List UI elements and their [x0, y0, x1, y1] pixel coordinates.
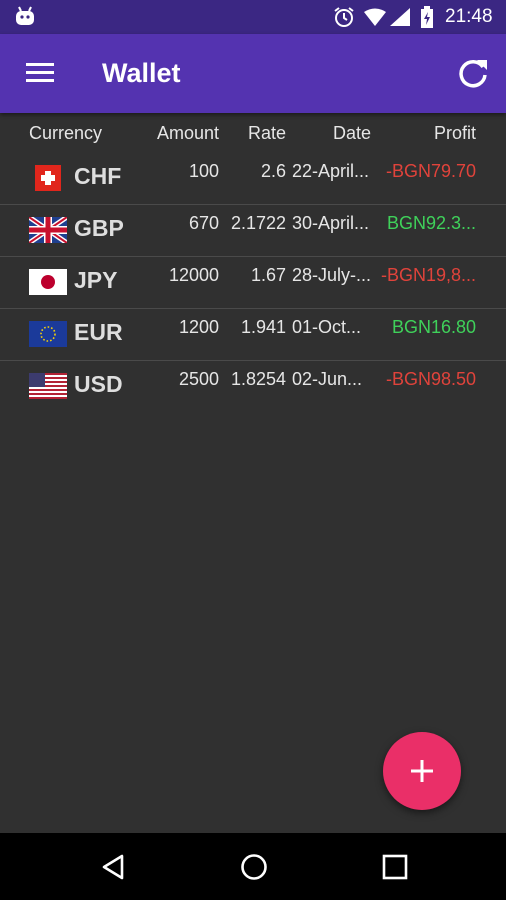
amount-cell: 670 — [188, 213, 219, 233]
table-row[interactable]: JPY 12000 1.67 28-July-... -BGN19,8... — [0, 257, 506, 309]
currency-code: CHF — [74, 163, 122, 189]
rate-cell: 1.941 — [240, 317, 286, 337]
status-clock: 21:48 — [445, 6, 493, 27]
profit-cell: -BGN19,8... — [380, 265, 476, 285]
header-date: Date — [333, 123, 372, 143]
us-flag-icon — [29, 373, 67, 399]
header-profit: Profit — [433, 123, 476, 143]
date-cell: 01-Oct... — [292, 317, 362, 337]
table-row[interactable]: CHF 100 2.6 22-April... -BGN79.70 — [0, 153, 506, 205]
android-icon — [16, 6, 34, 25]
battery-icon — [421, 6, 433, 28]
date-cell: 22-April... — [292, 161, 370, 181]
currency-code: EUR — [74, 319, 123, 345]
table-row[interactable]: GBP 670 2.1722 30-April... BGN92.3... — [0, 205, 506, 257]
home-icon[interactable] — [240, 853, 268, 881]
date-cell: 02-Jun... — [292, 369, 363, 389]
amount-cell: 1200 — [178, 317, 219, 337]
currency-code: JPY — [74, 267, 118, 293]
page-title: Wallet — [102, 58, 181, 88]
table-row[interactable]: EUR 1200 1.941 01-Oct... BGN16.80 — [0, 309, 506, 361]
japan-flag-icon — [29, 269, 67, 295]
navigation-bar — [0, 833, 506, 900]
rate-cell: 2.1722 — [230, 213, 286, 233]
currency-code: USD — [74, 371, 123, 397]
uk-flag-icon — [29, 217, 67, 243]
alarm-icon — [334, 7, 354, 27]
amount-cell: 12000 — [168, 265, 219, 285]
date-cell: 30-April... — [292, 213, 370, 233]
refresh-icon[interactable] — [456, 56, 490, 90]
table-row[interactable]: USD 2500 1.8254 02-Jun... -BGN98.50 — [0, 361, 506, 413]
wallet-table: Currency Amount Rate Date Profit CHF 100… — [0, 113, 506, 413]
profit-cell: -BGN98.50 — [385, 369, 476, 389]
rate-cell: 2.6 — [260, 161, 286, 181]
signal-icon — [390, 8, 410, 26]
header-amount: Amount — [156, 123, 219, 143]
wifi-icon — [364, 8, 386, 26]
currency-code: GBP — [74, 215, 124, 241]
header-currency: Currency — [29, 123, 103, 143]
profit-cell: -BGN79.70 — [385, 161, 476, 181]
swiss-flag-icon — [35, 165, 61, 191]
date-cell: 28-July-... — [292, 265, 372, 285]
header-rate: Rate — [247, 123, 286, 143]
add-currency-button[interactable] — [383, 732, 461, 810]
back-icon[interactable] — [100, 853, 126, 881]
profit-cell: BGN16.80 — [391, 317, 476, 337]
amount-cell: 100 — [188, 161, 219, 181]
status-bar: 21:48 — [0, 0, 506, 34]
plus-icon — [411, 760, 433, 782]
amount-cell: 2500 — [178, 369, 219, 389]
table-header: Currency Amount Rate Date Profit — [0, 113, 506, 153]
profit-cell: BGN92.3... — [386, 213, 476, 233]
rate-cell: 1.8254 — [230, 369, 286, 389]
recents-icon[interactable] — [382, 854, 408, 880]
rate-cell: 1.67 — [250, 265, 286, 285]
menu-icon[interactable] — [26, 61, 54, 85]
eu-flag-icon — [29, 321, 67, 347]
app-bar: Wallet — [0, 34, 506, 113]
